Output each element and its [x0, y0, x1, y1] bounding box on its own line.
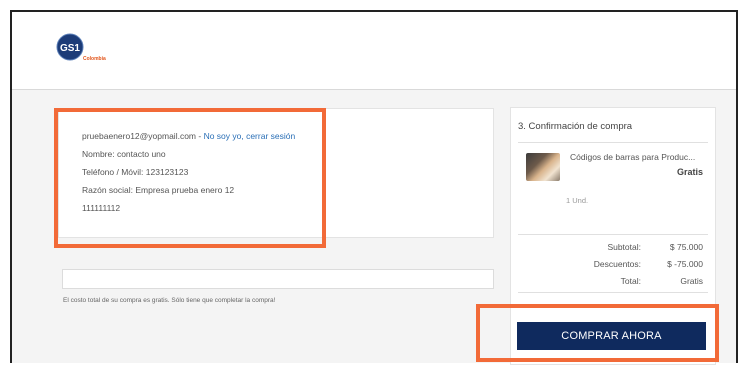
subtotal-value: $ 75.000	[669, 242, 703, 252]
page-frame: GS1 Colombia pruebaenero12@yopmail.com -…	[10, 10, 738, 365]
divider	[518, 292, 708, 293]
divider	[518, 234, 708, 235]
discount-label: Descuentos:	[593, 259, 641, 269]
logo-mark: GS1	[60, 43, 80, 54]
product-price: Gratis	[676, 167, 703, 177]
header: GS1 Colombia	[12, 12, 736, 90]
checkout-content: pruebaenero12@yopmail.com - No soy yo, c…	[12, 90, 736, 365]
highlight-box-customer	[54, 108, 326, 248]
subtotal-label: Subtotal:	[607, 242, 641, 252]
total-value: Gratis	[680, 276, 703, 286]
gs1-logo[interactable]: GS1 Colombia	[52, 27, 132, 67]
divider	[518, 142, 708, 143]
summary-title: 3. Confirmación de compra	[518, 121, 633, 132]
total-label: Total:	[620, 276, 641, 286]
logo-subtext: Colombia	[83, 56, 106, 62]
highlight-box-buy	[476, 304, 719, 362]
product-thumbnail	[526, 153, 560, 181]
free-purchase-note: El costo total de su compra es gratis. S…	[63, 297, 276, 304]
product-name: Códigos de barras para Produc...	[570, 152, 696, 162]
product-quantity: 1 Und.	[566, 196, 589, 205]
discount-value: $ -75.000	[667, 259, 703, 269]
order-notes-field[interactable]	[62, 269, 494, 289]
